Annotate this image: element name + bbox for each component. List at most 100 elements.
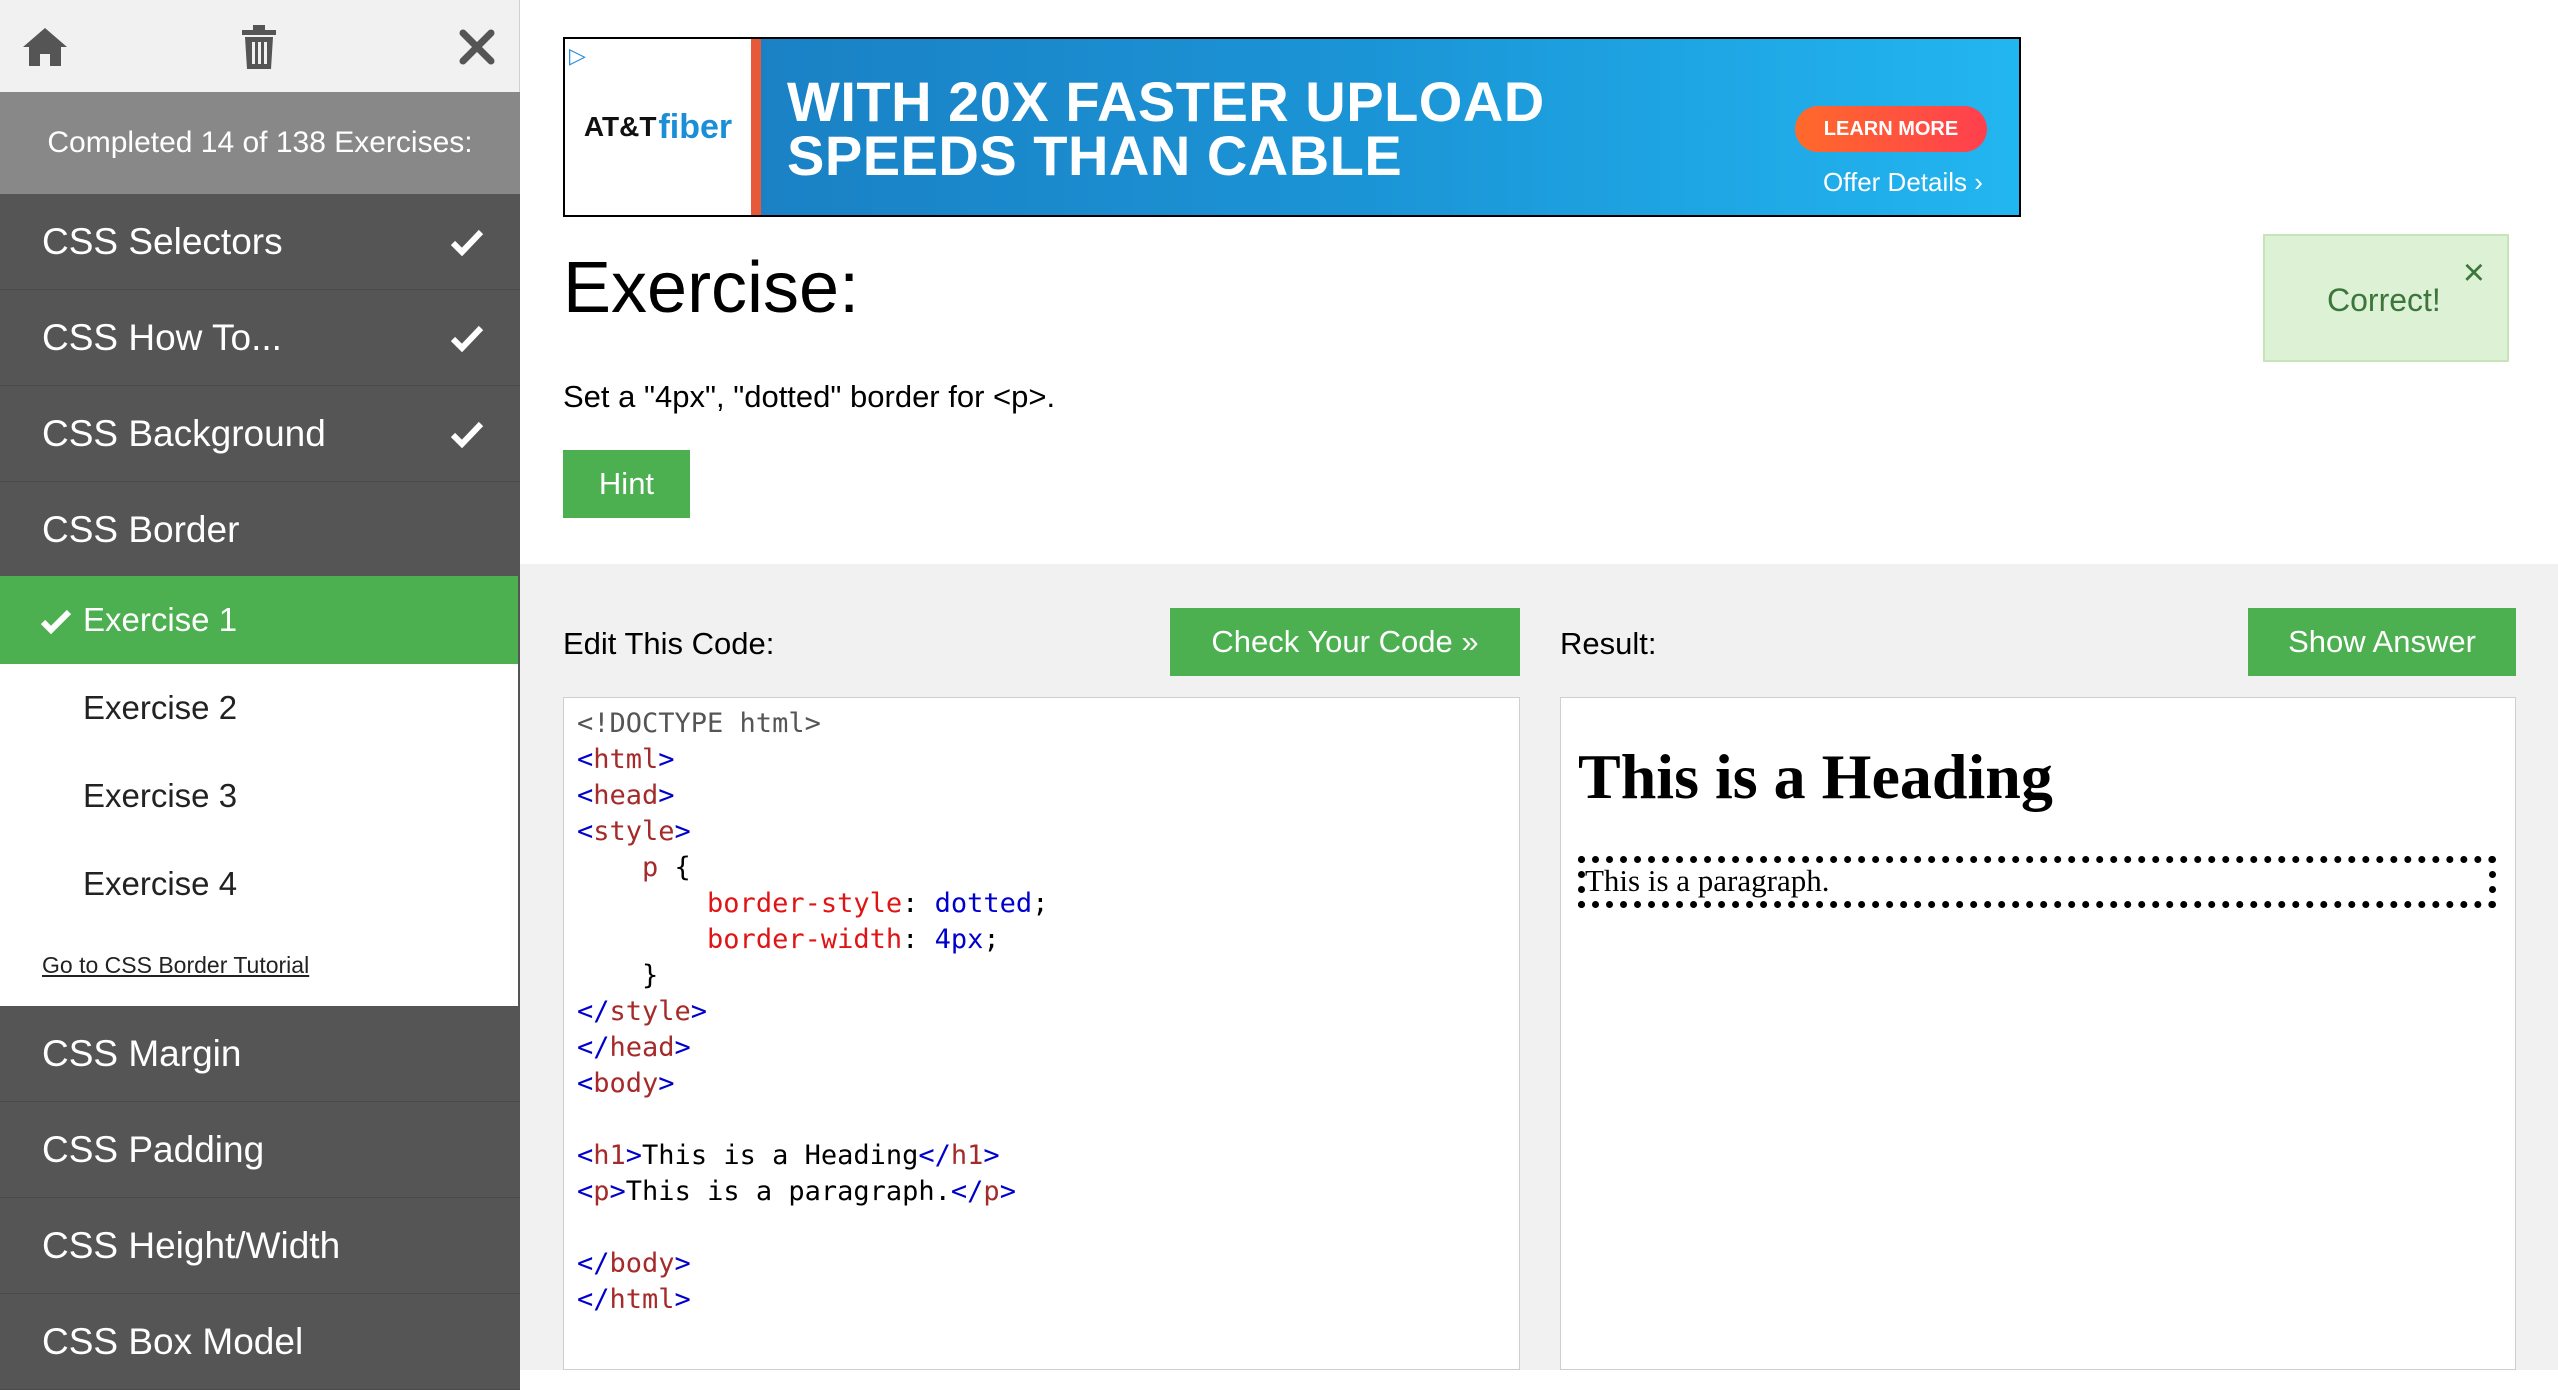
code-token: > bbox=[674, 1032, 691, 1063]
result-paragraph: This is a paragraph. bbox=[1578, 856, 2496, 908]
ad-offer-link[interactable]: Offer Details › bbox=[1823, 167, 1983, 198]
sidebar-item-css-how-to[interactable]: CSS How To... bbox=[0, 290, 520, 386]
code-text: This is a Heading bbox=[642, 1140, 919, 1171]
sidebar-item-css-padding[interactable]: CSS Padding bbox=[0, 1102, 520, 1198]
ad-offer-label: Offer Details bbox=[1823, 167, 1968, 197]
code-tag: style bbox=[593, 816, 675, 847]
sidebar-item-label: CSS Selectors bbox=[42, 220, 283, 262]
check-code-button[interactable]: Check Your Code » bbox=[1170, 608, 1520, 676]
code-property: border-style bbox=[707, 888, 903, 919]
sidebar-item-css-border[interactable]: CSS Border bbox=[0, 482, 520, 578]
code-tag: head bbox=[593, 780, 659, 811]
sidebar-item-label: CSS Padding bbox=[42, 1128, 265, 1170]
ad-stripe bbox=[751, 39, 761, 215]
checkmark-icon bbox=[450, 224, 484, 266]
exercise-label: Exercise 1 bbox=[83, 601, 238, 638]
exercise-item-4[interactable]: Exercise 4 bbox=[0, 840, 518, 928]
code-token: > bbox=[658, 780, 675, 811]
exercise-label: Exercise 4 bbox=[83, 865, 238, 902]
checkmark-icon bbox=[40, 605, 72, 643]
ad-headline: WITH 20X FASTER UPLOAD SPEEDS THAN CABLE bbox=[787, 70, 1545, 187]
code-tag: html bbox=[609, 1284, 675, 1315]
code-editor[interactable]: <!DOCTYPE html> <html> <head> <style> p … bbox=[563, 697, 1520, 1370]
ad-brand-fiber: fiber bbox=[658, 107, 733, 146]
code-token: < bbox=[577, 1176, 594, 1207]
result-heading: This is a Heading bbox=[1578, 741, 2053, 812]
sidebar-item-label: CSS Margin bbox=[42, 1032, 242, 1074]
exercise-list: Exercise 1 Exercise 2 Exercise 3 Exercis… bbox=[0, 576, 520, 1006]
code-token: </ bbox=[577, 1284, 610, 1315]
code-tag: body bbox=[609, 1248, 675, 1279]
code-token: > bbox=[999, 1176, 1016, 1207]
sidebar-item-label: CSS Box Model bbox=[42, 1320, 304, 1362]
code-tag: p bbox=[983, 1176, 1000, 1207]
sidebar-item-label: CSS How To... bbox=[42, 316, 282, 358]
ad-choices-icon[interactable]: ▷ bbox=[569, 43, 586, 69]
correct-message: Correct! bbox=[2327, 282, 2441, 318]
code-token: </ bbox=[577, 1248, 610, 1279]
trash-icon[interactable] bbox=[232, 20, 286, 74]
code-token: > bbox=[674, 1248, 691, 1279]
code-token: < bbox=[577, 1068, 594, 1099]
code-property: border-width bbox=[707, 924, 903, 955]
code-tag: p bbox=[593, 1176, 610, 1207]
sidebar-item-css-margin[interactable]: CSS Margin bbox=[0, 1006, 520, 1102]
ad-headline-line1: WITH 20X FASTER UPLOAD bbox=[787, 70, 1545, 133]
sidebar-item-label: CSS Background bbox=[42, 412, 326, 454]
exercise-title: Exercise: bbox=[563, 248, 860, 328]
code-tag: h1 bbox=[950, 1140, 984, 1171]
code-token: > bbox=[625, 1140, 643, 1171]
code-token: > bbox=[609, 1176, 626, 1207]
ad-brand-att: AT&T bbox=[583, 111, 657, 142]
checkmark-icon bbox=[450, 416, 484, 458]
code-token: < bbox=[577, 780, 594, 811]
code-token: </ bbox=[577, 1032, 610, 1063]
code-tag: html bbox=[593, 744, 659, 775]
sidebar-item-css-selectors[interactable]: CSS Selectors bbox=[0, 194, 520, 290]
exercise-item-3[interactable]: Exercise 3 bbox=[0, 752, 518, 840]
code-tag: style bbox=[609, 996, 691, 1027]
sidebar-item-label: CSS Height/Width bbox=[42, 1224, 341, 1266]
code-doctype: <!DOCTYPE html> bbox=[577, 708, 821, 739]
exercise-label: Exercise 2 bbox=[83, 689, 238, 726]
code-token: < bbox=[577, 816, 594, 847]
code-token: > bbox=[983, 1140, 1000, 1171]
code-value: 4px bbox=[934, 924, 984, 955]
sidebar-item-css-background[interactable]: CSS Background bbox=[0, 386, 520, 482]
show-answer-button[interactable]: Show Answer bbox=[2248, 608, 2516, 676]
code-token: > bbox=[658, 1068, 675, 1099]
ad-learn-more-button[interactable]: LEARN MORE bbox=[1795, 106, 1987, 152]
code-token: </ bbox=[950, 1176, 984, 1207]
correct-alert: Correct! × bbox=[2263, 234, 2509, 362]
checkmark-icon bbox=[450, 320, 484, 362]
code-tag: h1 bbox=[593, 1140, 626, 1171]
code-token: </ bbox=[577, 996, 610, 1027]
sidebar-item-css-height-width[interactable]: CSS Height/Width bbox=[0, 1198, 520, 1294]
ad-headline-line2: SPEEDS THAN CABLE bbox=[787, 124, 1403, 187]
code-text: This is a paragraph. bbox=[625, 1176, 951, 1207]
code-token: > bbox=[674, 1284, 691, 1315]
code-selector: p bbox=[642, 852, 659, 883]
result-label: Result: bbox=[1560, 626, 1657, 661]
code-value: dotted bbox=[934, 888, 1033, 919]
ad-banner[interactable]: AT&T fiber ▷ WITH 20X FASTER UPLOAD SPEE… bbox=[563, 37, 2021, 217]
exercise-label: Exercise 3 bbox=[83, 777, 238, 814]
code-tag: body bbox=[593, 1068, 659, 1099]
chevron-right-icon: › bbox=[1974, 167, 1983, 197]
sidebar-toolbar bbox=[0, 0, 520, 92]
code-token: </ bbox=[918, 1140, 951, 1171]
close-icon[interactable]: × bbox=[2463, 252, 2485, 295]
exercise-item-2[interactable]: Exercise 2 bbox=[0, 664, 518, 752]
ad-logo: AT&T fiber bbox=[565, 39, 751, 215]
sidebar-item-css-box-model[interactable]: CSS Box Model bbox=[0, 1294, 520, 1390]
exercise-item-1[interactable]: Exercise 1 bbox=[0, 576, 518, 664]
code-token: > bbox=[674, 816, 691, 847]
home-icon[interactable] bbox=[18, 20, 72, 74]
result-frame: This is a Heading This is a paragraph. bbox=[1560, 697, 2516, 1370]
sidebar: Completed 14 of 138 Exercises: CSS Selec… bbox=[0, 0, 520, 1390]
tutorial-link[interactable]: Go to CSS Border Tutorial bbox=[42, 952, 309, 979]
hint-button[interactable]: Hint bbox=[563, 450, 690, 518]
code-token: < bbox=[577, 744, 594, 775]
close-icon[interactable] bbox=[450, 20, 504, 74]
exercise-description: Set a "4px", "dotted" border for <p>. bbox=[563, 379, 1056, 414]
